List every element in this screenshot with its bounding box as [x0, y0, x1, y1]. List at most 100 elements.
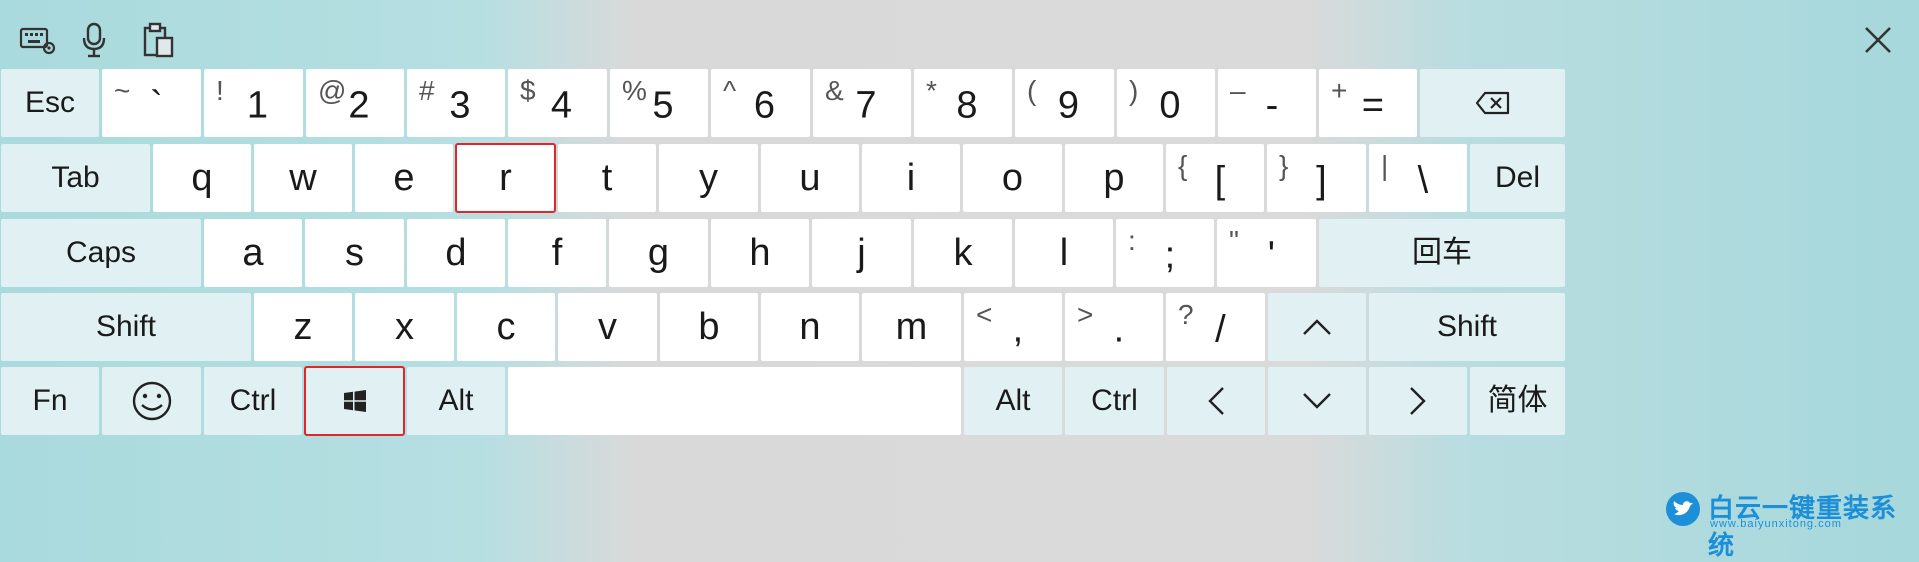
- key-e[interactable]: e: [355, 144, 453, 212]
- key-2[interactable]: @2: [306, 69, 404, 137]
- key-x[interactable]: x: [355, 293, 454, 361]
- key-i[interactable]: i: [862, 144, 960, 212]
- key-caps[interactable]: Caps: [1, 219, 201, 287]
- key-equals[interactable]: + =: [1319, 69, 1417, 137]
- key-fn[interactable]: Fn: [1, 367, 99, 435]
- key-r[interactable]: r: [455, 143, 556, 213]
- key-label: [: [1214, 159, 1226, 202]
- key-label: f: [551, 232, 563, 274]
- key-label: ]: [1316, 159, 1327, 202]
- key-label: j: [857, 232, 866, 274]
- key-label: 8: [956, 84, 978, 127]
- key-shift-label: >: [1077, 299, 1094, 330]
- key-5[interactable]: % 5: [610, 69, 708, 137]
- key-slash[interactable]: ? /: [1166, 293, 1265, 361]
- key-shift-label: }: [1279, 150, 1289, 181]
- key-n[interactable]: n: [761, 293, 859, 361]
- key-period[interactable]: >.: [1065, 293, 1163, 361]
- key-6[interactable]: ^ 6: [711, 69, 810, 137]
- key-shift-label: ^: [723, 75, 737, 106]
- key-label: d: [445, 232, 467, 274]
- key-l[interactable]: l: [1015, 219, 1113, 287]
- key-shift-label: –: [1230, 75, 1246, 106]
- key-label: Alt: [995, 384, 1031, 417]
- key-space[interactable]: [508, 367, 961, 435]
- key-label: 回车: [1412, 236, 1472, 269]
- key-8[interactable]: * 8: [914, 69, 1012, 137]
- key-9[interactable]: (9: [1015, 69, 1114, 137]
- key-lang[interactable]: 简体: [1470, 367, 1565, 435]
- key-lshift[interactable]: Shift: [1, 293, 251, 361]
- key-u[interactable]: u: [761, 144, 859, 212]
- key-label: 5: [652, 84, 674, 127]
- key-shift-label: ": [1229, 225, 1239, 256]
- key-p[interactable]: p: [1065, 144, 1163, 212]
- key-label: b: [698, 306, 720, 348]
- key-ralt[interactable]: Alt: [964, 367, 1062, 435]
- key-7[interactable]: & 7: [813, 69, 911, 137]
- key-label: x: [395, 306, 414, 348]
- key-h[interactable]: h: [711, 219, 809, 287]
- key-q[interactable]: q: [153, 144, 251, 212]
- key-f[interactable]: f: [508, 219, 606, 287]
- key-label: 6: [753, 84, 776, 127]
- key-win[interactable]: [304, 366, 405, 436]
- key-up[interactable]: [1268, 293, 1366, 361]
- key-w[interactable]: w: [254, 144, 352, 212]
- key-label: k: [953, 232, 973, 274]
- key-1[interactable]: ! 1: [204, 69, 303, 137]
- twitter-bird-icon: [1666, 492, 1700, 526]
- key-4[interactable]: $4: [508, 69, 607, 137]
- key-a[interactable]: a: [204, 219, 302, 287]
- key-lbracket[interactable]: {[: [1166, 144, 1264, 212]
- key-minus[interactable]: – -: [1218, 69, 1316, 137]
- key-lalt[interactable]: Alt: [407, 367, 505, 435]
- key-m[interactable]: m: [862, 293, 961, 361]
- key-s[interactable]: s: [305, 219, 404, 287]
- key-esc[interactable]: Esc: [1, 69, 99, 137]
- key-backtick[interactable]: ~ `: [102, 69, 201, 137]
- touch-keyboard: Esc ~ `! 1 @2 #3 $4% 5 ^ 6 & 7 * 8(9) 0– - + = Tab q w e r t y u i…: [0, 0, 1919, 537]
- key-y[interactable]: y: [659, 144, 758, 212]
- key-del[interactable]: Del: [1470, 144, 1565, 212]
- key-label: ;: [1164, 234, 1176, 277]
- watermark-url: www.baiyunxitong.com: [1710, 518, 1842, 530]
- key-label: 9: [1057, 84, 1080, 127]
- key-label: p: [1103, 157, 1125, 199]
- key-emoji[interactable]: [102, 367, 201, 435]
- key-backslash[interactable]: | \: [1369, 144, 1467, 212]
- key-c[interactable]: c: [457, 293, 555, 361]
- key-tab[interactable]: Tab: [1, 144, 150, 212]
- key-shift-label: !: [216, 75, 224, 106]
- key-enter[interactable]: 回车: [1319, 219, 1565, 287]
- key-backspace[interactable]: [1420, 69, 1565, 137]
- key-rshift[interactable]: Shift: [1369, 293, 1565, 361]
- key-rctrl[interactable]: Ctrl: [1065, 367, 1164, 435]
- key-comma[interactable]: <,: [964, 293, 1062, 361]
- key-right[interactable]: [1369, 367, 1467, 435]
- key-shift-label: |: [1381, 150, 1389, 181]
- key-label: g: [647, 232, 670, 274]
- key-left[interactable]: [1167, 367, 1265, 435]
- key-down[interactable]: [1268, 367, 1366, 435]
- key-j[interactable]: j: [812, 219, 911, 287]
- key-label: 1: [246, 84, 269, 127]
- key-z[interactable]: z: [254, 293, 352, 361]
- key-g[interactable]: g: [609, 219, 708, 287]
- key-0[interactable]: ) 0: [1117, 69, 1215, 137]
- key-3[interactable]: #3: [407, 69, 505, 137]
- key-label: l: [1059, 232, 1069, 274]
- key-semicolon[interactable]: :;: [1116, 219, 1214, 287]
- key-label: `: [150, 84, 163, 127]
- key-k[interactable]: k: [914, 219, 1012, 287]
- key-shift-label: ?: [1178, 299, 1194, 330]
- key-v[interactable]: v: [558, 293, 657, 361]
- key-quote[interactable]: " ': [1217, 219, 1316, 287]
- key-label: i: [906, 157, 916, 199]
- key-lctrl[interactable]: Ctrl: [204, 367, 302, 435]
- key-d[interactable]: d: [407, 219, 505, 287]
- key-rbracket[interactable]: }]: [1267, 144, 1366, 212]
- key-b[interactable]: b: [660, 293, 758, 361]
- key-o[interactable]: o: [963, 144, 1062, 212]
- key-t[interactable]: t: [558, 144, 656, 212]
